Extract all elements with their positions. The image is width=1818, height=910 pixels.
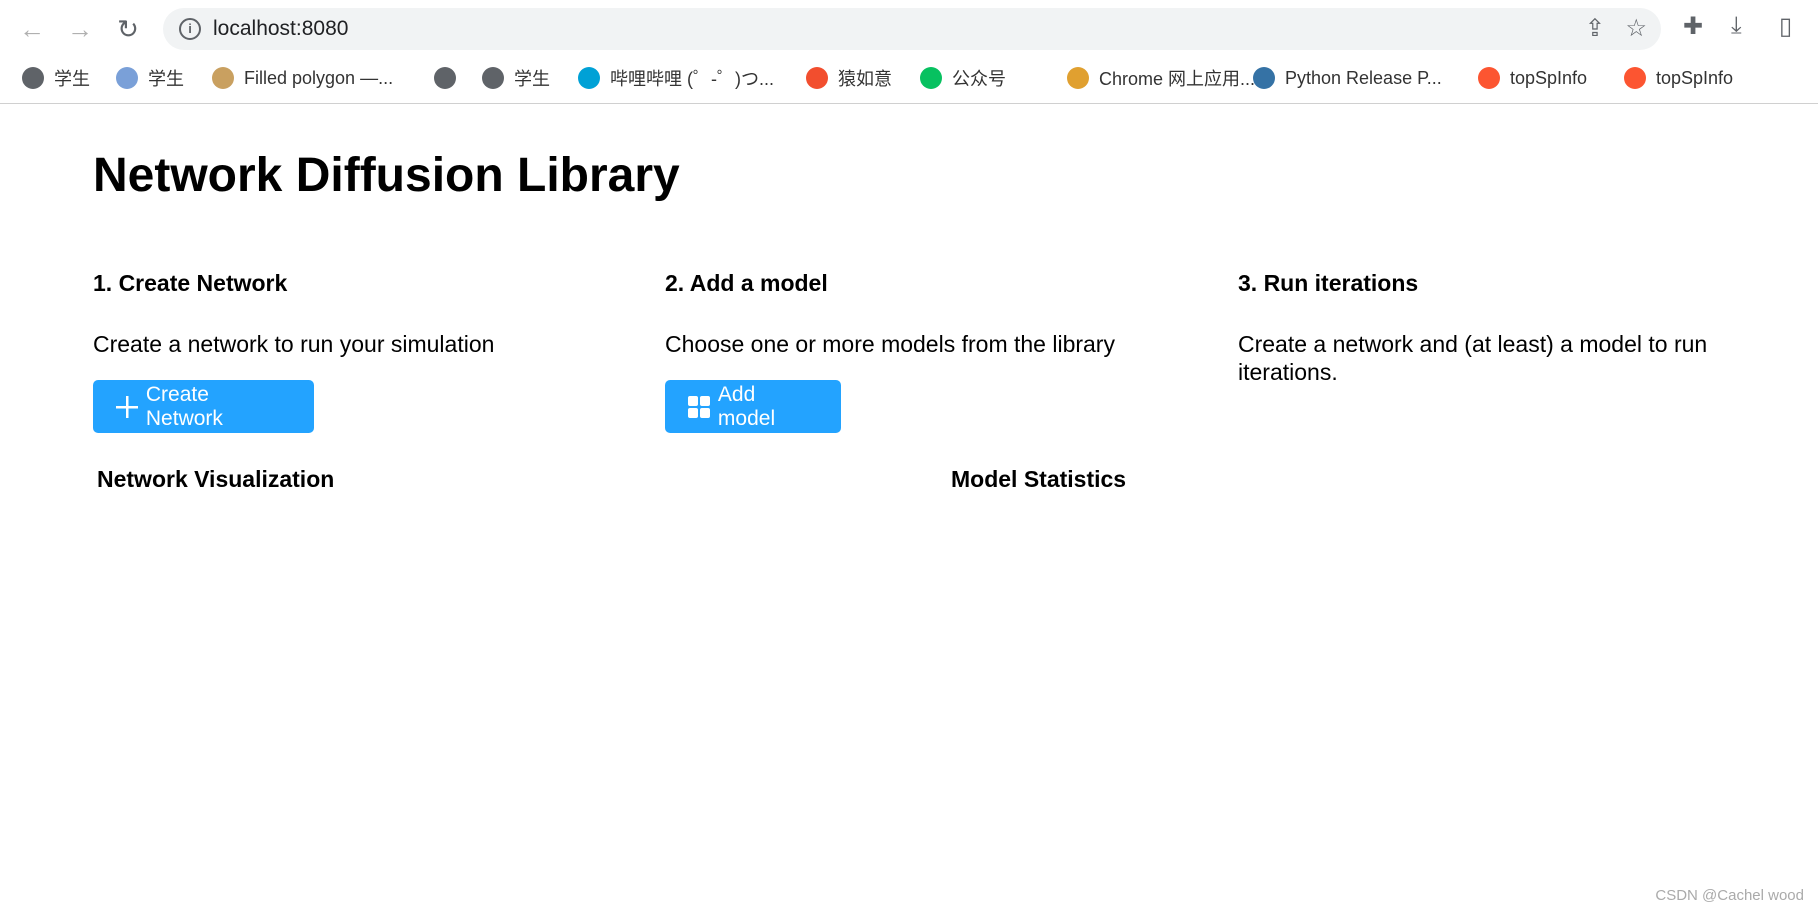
- bookmark-item[interactable]: 哔哩哔哩 (゜-゜)つ...: [578, 64, 774, 92]
- button-label: Add model: [717, 382, 776, 430]
- step-description: Create a network and (at least) a model …: [1238, 331, 1708, 385]
- network-visualization-heading: Network Visualization: [97, 466, 335, 492]
- bookmark-favicon-icon: [212, 67, 234, 89]
- bookmark-favicon-icon: [806, 67, 828, 89]
- create-network-button[interactable]: Create Network: [93, 380, 314, 433]
- bookmark-favicon-icon: [1067, 67, 1089, 89]
- step-description: Choose one or more models from the libra…: [665, 331, 1115, 357]
- bookmark-label: topSpInfo: [1510, 67, 1588, 88]
- step-run-iterations: 3. Run iterations Create a network and (…: [1238, 270, 1758, 386]
- bookmark-label: 公众号: [952, 69, 1006, 89]
- bookmark-label: Filled polygon —...: [244, 67, 394, 88]
- bookmark-item[interactable]: topSpInfo: [1478, 64, 1587, 92]
- back-button[interactable]: ←: [14, 14, 50, 45]
- page-title: Network Diffusion Library: [93, 149, 680, 202]
- button-label: Create Network: [145, 382, 223, 430]
- grid-icon: [688, 395, 710, 418]
- bookmark-item[interactable]: 猿如意: [806, 64, 892, 92]
- step-heading: 3. Run iterations: [1238, 270, 1419, 296]
- bookmark-item[interactable]: Python Release P...: [1253, 64, 1442, 92]
- extensions-icon[interactable]: ✚: [1683, 12, 1703, 41]
- watermark: CSDN @Cachel wood: [1655, 887, 1804, 904]
- step-create-network: 1. Create Network Create a network to ru…: [93, 270, 633, 358]
- bookmark-favicon-icon: [920, 67, 942, 89]
- bookmark-item[interactable]: 学生: [482, 64, 550, 92]
- plus-icon: [116, 395, 138, 418]
- url-text: localhost:8080: [213, 17, 349, 40]
- bookmark-item[interactable]: 学生: [22, 64, 90, 92]
- bookmark-item[interactable]: 学生: [116, 64, 184, 92]
- bookmark-item[interactable]: [434, 64, 466, 92]
- bookmark-label: 学生: [148, 69, 184, 89]
- bookmark-item[interactable]: 公众号: [920, 64, 1006, 92]
- bookmark-item[interactable]: Chrome 网上应用...: [1067, 64, 1255, 92]
- bookmark-favicon-icon: [482, 67, 504, 89]
- bookmark-favicon-icon: [1478, 67, 1500, 89]
- reload-button[interactable]: ↻: [110, 14, 146, 45]
- bookmark-label: Python Release P...: [1285, 67, 1442, 88]
- bookmark-favicon-icon: [578, 67, 600, 89]
- step-add-model: 2. Add a model Choose one or more models…: [665, 270, 1205, 358]
- bookmark-favicon-icon: [434, 67, 456, 89]
- step-heading: 1. Create Network: [93, 270, 288, 296]
- bookmark-favicon-icon: [1624, 67, 1646, 89]
- bookmark-favicon-icon: [1253, 67, 1275, 89]
- bookmark-favicon-icon: [116, 67, 138, 89]
- forward-button[interactable]: →: [62, 14, 98, 45]
- browser-chrome: ← → ↻ i localhost:8080 ⇪ ☆ ✚ ⤓ ▯ 学生 学生 Fil…: [0, 0, 1818, 104]
- bookmark-item[interactable]: Filled polygon —...: [212, 64, 393, 92]
- bookmark-label: topSpInfo: [1656, 67, 1734, 88]
- side-panel-icon[interactable]: ▯: [1779, 12, 1792, 41]
- model-statistics-heading: Model Statistics: [951, 466, 1127, 492]
- info-icon[interactable]: i: [179, 18, 201, 40]
- star-icon[interactable]: ☆: [1625, 14, 1647, 43]
- bookmark-favicon-icon: [22, 67, 44, 89]
- address-bar[interactable]: i localhost:8080 ⇪ ☆: [163, 8, 1661, 50]
- add-model-button[interactable]: Add model: [665, 380, 841, 433]
- bookmark-label: 学生: [514, 69, 550, 89]
- step-description: Create a network to run your simulation: [93, 331, 495, 357]
- bookmark-label: 猿如意: [838, 69, 892, 89]
- bookmark-label: 学生: [54, 69, 90, 89]
- share-icon[interactable]: ⇪: [1585, 14, 1605, 43]
- download-icon[interactable]: ⤓: [1731, 12, 1742, 40]
- bookmark-item[interactable]: topSpInfo: [1624, 64, 1733, 92]
- bookmark-label: 哔哩哔哩 (゜-゜)つ...: [610, 69, 774, 89]
- step-heading: 2. Add a model: [665, 270, 828, 296]
- bookmark-label: Chrome 网上应用...: [1099, 69, 1256, 89]
